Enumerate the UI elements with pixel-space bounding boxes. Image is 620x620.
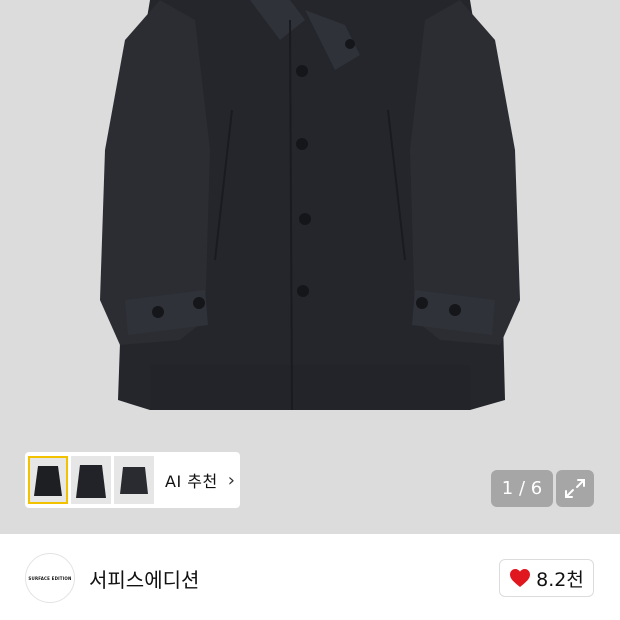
jacket-thumbnail-icon [34, 466, 62, 496]
product-image[interactable]: AI 추천 › 1 / 6 [0, 0, 620, 534]
ai-recommend-strip[interactable]: AI 추천 › [25, 452, 240, 508]
jacket-thumbnail-icon [120, 467, 148, 494]
image-counter: 1 / 6 [491, 470, 553, 507]
recommend-thumbnail[interactable] [114, 456, 154, 504]
ai-recommend-label[interactable]: AI 추천 [165, 468, 218, 492]
like-count: 8.2천 [536, 568, 584, 591]
recommend-thumbnail[interactable] [28, 456, 68, 504]
brand-name[interactable]: 서피스에디션 [89, 564, 199, 593]
like-button[interactable]: 8.2천 [499, 559, 594, 597]
heart-icon [510, 569, 531, 587]
chevron-right-icon: › [227, 469, 235, 491]
brand-logo[interactable]: SURFACE EDITION [25, 553, 75, 603]
expand-icon [565, 479, 585, 498]
brand-bar: SURFACE EDITION 서피스에디션 8.2천 [0, 534, 620, 620]
jacket-thumbnail-icon [76, 465, 106, 498]
expand-button[interactable] [556, 470, 594, 507]
brand-logo-text: SURFACE EDITION [28, 575, 72, 581]
recommend-thumbnail[interactable] [71, 456, 111, 504]
